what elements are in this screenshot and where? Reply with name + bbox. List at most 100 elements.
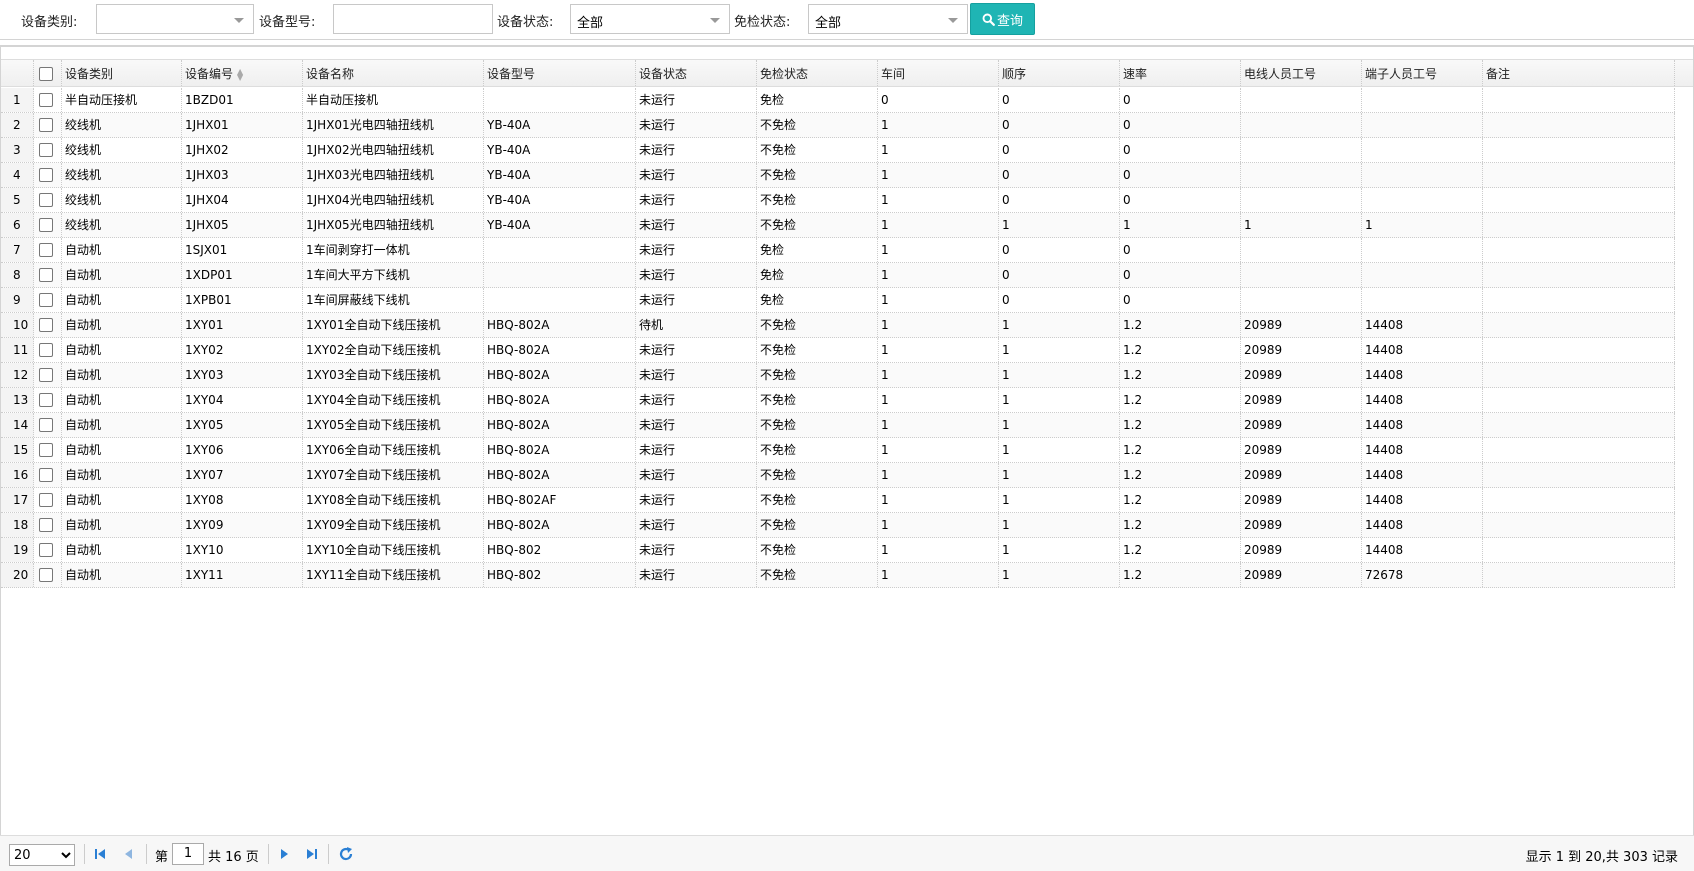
cell-speed: 1 xyxy=(1120,213,1241,237)
column-header-code[interactable]: 设备编号 ▲ ▼ xyxy=(182,60,303,86)
chevron-down-icon xyxy=(710,18,720,23)
row-select-cell xyxy=(34,313,62,337)
table-row[interactable]: 6 绞线机 1JHX05 1JHX05光电四轴扭线机 YB-40A 未运行 不免检 1 1 1 1 1 xyxy=(1,213,1675,238)
sort-icon[interactable]: ▲ ▼ xyxy=(237,67,243,81)
model-input[interactable] xyxy=(333,4,493,34)
cell-speed: 1.2 xyxy=(1120,363,1241,387)
exempt-select[interactable]: 全部 xyxy=(808,4,968,34)
row-checkbox[interactable] xyxy=(39,168,53,182)
cell-remark xyxy=(1483,338,1675,362)
last-page-icon[interactable] xyxy=(304,846,320,862)
table-row[interactable]: 19 自动机 1XY10 1XY10全自动下线压接机 HBQ-802 未运行 不免检 1 1 1.… xyxy=(1,538,1675,563)
cell-category: 绞线机 xyxy=(62,188,182,212)
row-checkbox[interactable] xyxy=(39,468,53,482)
table-row[interactable]: 13 自动机 1XY04 1XY04全自动下线压接机 HBQ-802A 未运行 不免检 1 1 1… xyxy=(1,388,1675,413)
prev-page-icon[interactable] xyxy=(121,846,137,862)
table-row[interactable]: 5 绞线机 1JHX04 1JHX04光电四轴扭线机 YB-40A 未运行 不免检 1 0 0 xyxy=(1,188,1675,213)
table-row[interactable]: 10 自动机 1XY01 1XY01全自动下线压接机 HBQ-802A 待机 不免检 1 1 1.… xyxy=(1,313,1675,338)
query-button[interactable]: 查询 xyxy=(970,3,1035,35)
next-page-icon[interactable] xyxy=(276,846,292,862)
row-checkbox[interactable] xyxy=(39,118,53,132)
cell-terminal-staff: 72678 xyxy=(1362,563,1483,587)
table-row[interactable]: 16 自动机 1XY07 1XY07全自动下线压接机 HBQ-802A 未运行 不免检 1 1 1… xyxy=(1,463,1675,488)
table-row[interactable]: 4 绞线机 1JHX03 1JHX03光电四轴扭线机 YB-40A 未运行 不免检 1 0 0 xyxy=(1,163,1675,188)
row-checkbox[interactable] xyxy=(39,493,53,507)
row-checkbox[interactable] xyxy=(39,418,53,432)
column-header-remark[interactable]: 备注 xyxy=(1483,60,1675,86)
cell-exempt: 不免检 xyxy=(757,563,878,587)
page-size-select[interactable]: 20 xyxy=(9,844,75,866)
column-header-exempt[interactable]: 免检状态 xyxy=(757,60,878,86)
column-header-label: 车间 xyxy=(881,67,906,81)
cell-workshop: 0 xyxy=(878,88,999,112)
column-header-wire-staff[interactable]: 电线人员工号 xyxy=(1241,60,1362,86)
cell-wire-staff xyxy=(1241,138,1362,162)
grid-body: 1 半自动压接机 1BZD01 半自动压接机 未运行 免检 0 0 0 2 绞线机 1JHX01 1JH… xyxy=(1,88,1675,588)
row-checkbox[interactable] xyxy=(39,443,53,457)
cell-status: 未运行 xyxy=(636,563,757,587)
select-all-checkbox[interactable] xyxy=(39,67,53,81)
column-header-order[interactable]: 顺序 xyxy=(999,60,1120,86)
table-row[interactable]: 11 自动机 1XY02 1XY02全自动下线压接机 HBQ-802A 未运行 不免检 1 1 1… xyxy=(1,338,1675,363)
cell-workshop: 1 xyxy=(878,513,999,537)
cell-wire-staff: 20989 xyxy=(1241,363,1362,387)
table-row[interactable]: 12 自动机 1XY03 1XY03全自动下线压接机 HBQ-802A 未运行 不免检 1 1 1… xyxy=(1,363,1675,388)
row-checkbox[interactable] xyxy=(39,243,53,257)
row-checkbox[interactable] xyxy=(39,368,53,382)
cell-order: 1 xyxy=(999,463,1120,487)
column-header-status[interactable]: 设备状态 xyxy=(636,60,757,86)
column-header-speed[interactable]: 速率 xyxy=(1120,60,1241,86)
column-header-terminal-staff[interactable]: 端子人员工号 xyxy=(1362,60,1483,86)
row-checkbox[interactable] xyxy=(39,343,53,357)
cell-name: 1JHX04光电四轴扭线机 xyxy=(303,188,484,212)
cell-category: 自动机 xyxy=(62,438,182,462)
column-header-model[interactable]: 设备型号 xyxy=(484,60,636,86)
table-row[interactable]: 20 自动机 1XY11 1XY11全自动下线压接机 HBQ-802 未运行 不免检 1 1 1.… xyxy=(1,563,1675,588)
table-row[interactable]: 3 绞线机 1JHX02 1JHX02光电四轴扭线机 YB-40A 未运行 不免检 1 0 0 xyxy=(1,138,1675,163)
row-checkbox[interactable] xyxy=(39,568,53,582)
status-select[interactable]: 全部 xyxy=(570,4,730,34)
table-row[interactable]: 15 自动机 1XY06 1XY06全自动下线压接机 HBQ-802A 未运行 不免检 1 1 1… xyxy=(1,438,1675,463)
cell-name: 1XY09全自动下线压接机 xyxy=(303,513,484,537)
table-row[interactable]: 14 自动机 1XY05 1XY05全自动下线压接机 HBQ-802A 未运行 不免检 1 1 1… xyxy=(1,413,1675,438)
table-row[interactable]: 2 绞线机 1JHX01 1JHX01光电四轴扭线机 YB-40A 未运行 不免检 1 0 0 xyxy=(1,113,1675,138)
cell-code: 1JHX02 xyxy=(182,138,303,162)
row-checkbox[interactable] xyxy=(39,268,53,282)
column-header-workshop[interactable]: 车间 xyxy=(878,60,999,86)
table-row[interactable]: 1 半自动压接机 1BZD01 半自动压接机 未运行 免检 0 0 0 xyxy=(1,88,1675,113)
cell-status: 未运行 xyxy=(636,88,757,112)
cell-name: 1XY11全自动下线压接机 xyxy=(303,563,484,587)
cell-speed: 1.2 xyxy=(1120,313,1241,337)
table-row[interactable]: 9 自动机 1XPB01 1车间屏蔽线下线机 未运行 免检 1 0 0 xyxy=(1,288,1675,313)
row-checkbox[interactable] xyxy=(39,218,53,232)
row-select-cell xyxy=(34,213,62,237)
table-row[interactable]: 17 自动机 1XY08 1XY08全自动下线压接机 HBQ-802AF 未运行 不免检 1 1… xyxy=(1,488,1675,513)
row-checkbox[interactable] xyxy=(39,93,53,107)
category-select[interactable] xyxy=(96,4,254,34)
cell-remark xyxy=(1483,138,1675,162)
cell-name: 半自动压接机 xyxy=(303,88,484,112)
cell-wire-staff xyxy=(1241,113,1362,137)
column-header-category[interactable]: 设备类别 xyxy=(62,60,182,86)
current-page-input[interactable]: 1 xyxy=(172,843,204,865)
refresh-icon[interactable] xyxy=(338,846,354,862)
table-row[interactable]: 8 自动机 1XDP01 1车间大平方下线机 未运行 免检 1 0 0 xyxy=(1,263,1675,288)
first-page-icon[interactable] xyxy=(92,846,108,862)
column-header-name[interactable]: 设备名称 xyxy=(303,60,484,86)
cell-speed: 0 xyxy=(1120,263,1241,287)
table-row[interactable]: 18 自动机 1XY09 1XY09全自动下线压接机 HBQ-802A 未运行 不免检 1 1 1… xyxy=(1,513,1675,538)
row-checkbox[interactable] xyxy=(39,193,53,207)
row-checkbox[interactable] xyxy=(39,393,53,407)
table-row[interactable]: 7 自动机 1SJX01 1车间剥穿打一体机 未运行 免检 1 0 0 xyxy=(1,238,1675,263)
device-grid: 设备类别 设备编号 ▲ ▼ 设备名称 设备型号 设备状态 免检状态 车间 顺序 速率… xyxy=(0,45,1694,871)
row-checkbox[interactable] xyxy=(39,143,53,157)
cell-status: 未运行 xyxy=(636,188,757,212)
cell-exempt: 免检 xyxy=(757,288,878,312)
row-checkbox[interactable] xyxy=(39,318,53,332)
row-checkbox[interactable] xyxy=(39,293,53,307)
cell-status: 未运行 xyxy=(636,488,757,512)
row-checkbox[interactable] xyxy=(39,518,53,532)
cell-status: 未运行 xyxy=(636,388,757,412)
cell-workshop: 1 xyxy=(878,263,999,287)
row-checkbox[interactable] xyxy=(39,543,53,557)
